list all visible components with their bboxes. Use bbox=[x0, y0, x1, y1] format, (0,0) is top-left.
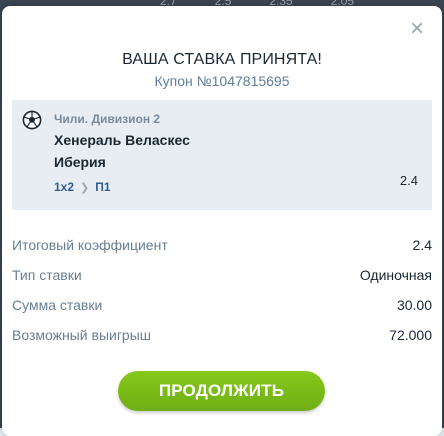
summary-value: 2.4 bbox=[412, 237, 432, 253]
bet-accepted-modal: × ВАША СТАВКА ПРИНЯТА! Купон №1047815695… bbox=[2, 6, 442, 436]
modal-title: ВАША СТАВКА ПРИНЯТА! bbox=[122, 51, 322, 68]
summary-value: Одиночная bbox=[359, 267, 432, 283]
summary-row-stake: Сумма ставки 30.00 bbox=[12, 295, 432, 315]
summary-value: 72.000 bbox=[389, 327, 432, 343]
chevron-right-icon: ❯ bbox=[80, 181, 90, 194]
soccer-ball-icon bbox=[22, 110, 42, 130]
coupon-number: Купон №1047815695 bbox=[154, 73, 290, 89]
bet-outcome: П1 bbox=[95, 180, 111, 194]
bet-market: 1x2 ❯ П1 bbox=[54, 180, 111, 194]
market-type: 1x2 bbox=[54, 180, 75, 194]
summary-label: Возможный выигрыш bbox=[12, 327, 152, 343]
summary-value: 30.00 bbox=[396, 297, 432, 313]
bet-odds: 2.4 bbox=[399, 173, 418, 188]
close-icon[interactable]: × bbox=[406, 17, 428, 41]
summary-row-possible-win: Возможный выигрыш 72.000 bbox=[12, 325, 432, 345]
home-team: Хенераль Веласкес bbox=[54, 132, 190, 148]
away-team: Иберия bbox=[54, 154, 106, 170]
summary-row-total-odds: Итоговый коэффициент 2.4 bbox=[12, 235, 432, 255]
summary-label: Тип ставки bbox=[12, 267, 82, 283]
continue-button[interactable]: ПРОДОЛЖИТЬ bbox=[118, 371, 325, 411]
bet-card: Чили. Дивизион 2 Хенераль Веласкес Ибери… bbox=[12, 100, 432, 210]
summary-row-bet-type: Тип ставки Одиночная bbox=[12, 265, 432, 285]
summary-label: Итоговый коэффициент bbox=[12, 237, 168, 253]
summary-label: Сумма ставки bbox=[12, 297, 103, 313]
league-name: Чили. Дивизион 2 bbox=[54, 112, 161, 126]
